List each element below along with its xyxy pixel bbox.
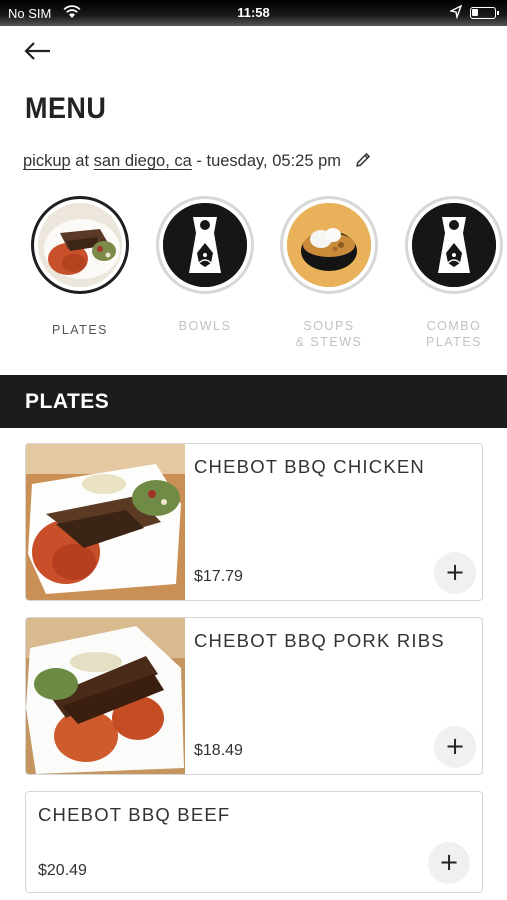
soup-photo xyxy=(287,203,371,287)
order-mode-link[interactable]: pickup xyxy=(23,152,71,170)
page-title: MENU xyxy=(25,92,107,125)
menu-item-card[interactable]: CHEBOT BBQ BEEF $20.49 + xyxy=(25,791,483,893)
menu-item-photo xyxy=(26,618,185,774)
order-location-link[interactable]: san diego, ca xyxy=(94,152,192,170)
plus-icon: + xyxy=(444,732,466,760)
edit-order-button[interactable] xyxy=(354,151,372,174)
category-bowls-label: BOWLS xyxy=(178,319,232,333)
menu-item-price: $18.49 xyxy=(194,742,243,759)
menu-item-photo xyxy=(26,444,185,600)
section-title: PLATES xyxy=(25,390,110,413)
plate-food-image xyxy=(38,203,122,287)
category-soups-stews[interactable]: SOUPS & STEWS xyxy=(269,196,389,350)
section-header: PLATES xyxy=(0,375,507,428)
plus-icon: + xyxy=(438,848,460,876)
battery-icon xyxy=(470,7,499,19)
category-combo-label: COMBO PLATES xyxy=(425,319,482,349)
plus-icon: + xyxy=(444,558,466,586)
add-to-cart-button[interactable]: + xyxy=(434,552,476,594)
clock: 11:58 xyxy=(237,5,270,20)
category-carousel: PLATES BOWLS SOUPS & STEWS COMBO PLATES xyxy=(0,196,507,356)
category-soups-label: SOUPS & STEWS xyxy=(295,319,363,349)
menu-item-price: $17.79 xyxy=(194,568,243,585)
order-time-text: - tuesday, 05:25 pm xyxy=(196,152,342,170)
pencil-icon xyxy=(355,153,370,167)
location-arrow-icon xyxy=(450,5,462,19)
category-plates[interactable]: PLATES xyxy=(20,196,140,338)
category-plates-image xyxy=(31,196,129,294)
category-bowls[interactable]: BOWLS xyxy=(145,196,265,334)
category-plates-label: PLATES xyxy=(51,323,108,337)
category-combo-image xyxy=(405,196,503,294)
add-to-cart-button[interactable]: + xyxy=(428,842,470,884)
add-to-cart-button[interactable]: + xyxy=(434,726,476,768)
logo-icon xyxy=(163,203,247,287)
order-details: pickup at san diego, ca - tuesday, 05:25… xyxy=(23,151,372,174)
category-soups-image xyxy=(280,196,378,294)
status-bar: No SIM 11:58 xyxy=(0,0,507,26)
menu-item-card[interactable]: CHEBOT BBQ PORK RIBS $18.49 + xyxy=(25,617,483,775)
back-button[interactable] xyxy=(22,36,56,66)
menu-item-name: CHEBOT BBQ BEEF xyxy=(38,804,231,825)
menu-item-card[interactable]: CHEBOT BBQ CHICKEN $17.79 + xyxy=(25,443,483,601)
order-at-text: at xyxy=(75,152,90,170)
menu-item-price: $20.49 xyxy=(38,862,87,879)
category-combo-plates[interactable]: COMBO PLATES xyxy=(394,196,507,350)
menu-item-name: CHEBOT BBQ PORK RIBS xyxy=(194,630,445,651)
menu-item-name: CHEBOT BBQ CHICKEN xyxy=(194,456,425,477)
back-arrow-icon xyxy=(24,42,50,60)
category-bowls-image xyxy=(156,196,254,294)
logo-icon xyxy=(412,203,496,287)
